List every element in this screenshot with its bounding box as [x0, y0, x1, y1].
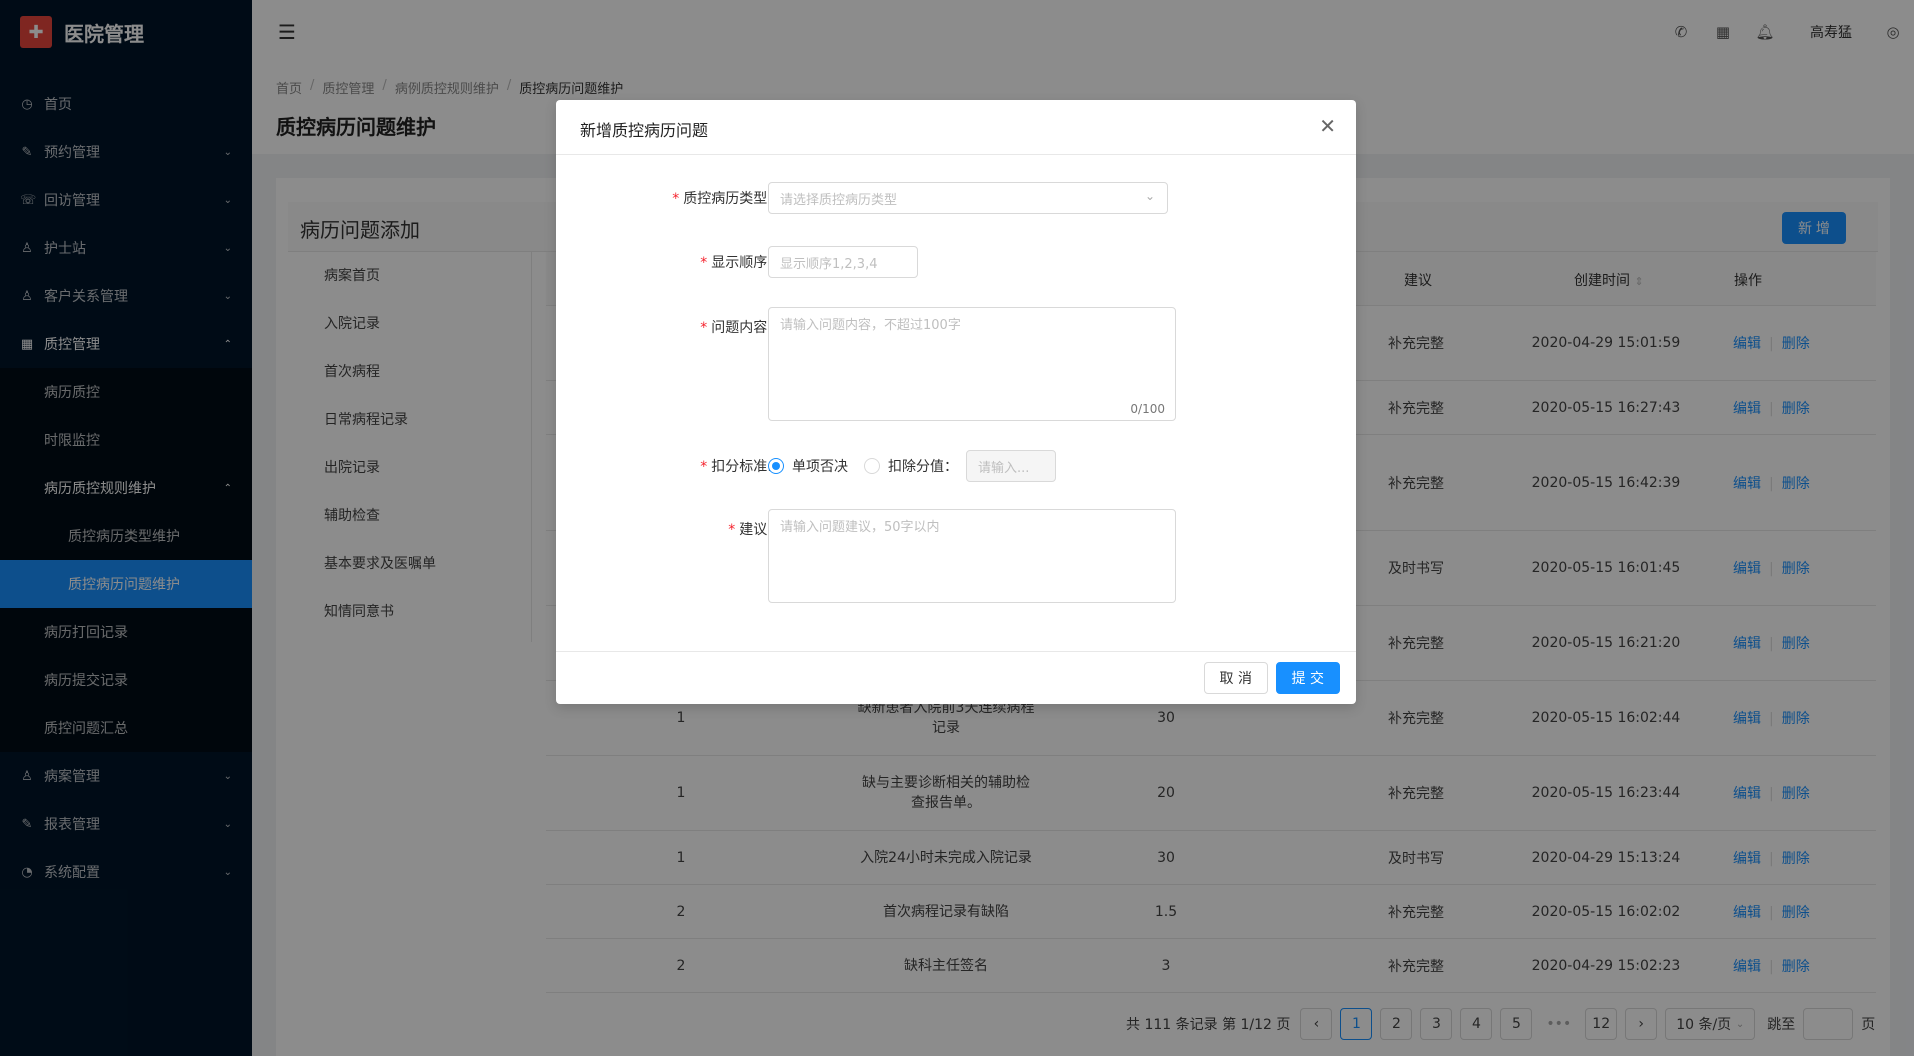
- problem-content-textarea[interactable]: 请输入问题内容，不超过100字 0/100: [768, 307, 1176, 421]
- suggestion-textarea[interactable]: 请输入问题建议，50字以内: [768, 509, 1176, 603]
- content-label: * 问题内容:: [700, 320, 772, 336]
- submit-button[interactable]: 提 交: [1275, 662, 1340, 694]
- chevron-down-icon: ⌄: [1144, 189, 1155, 203]
- required-mark: *: [700, 255, 708, 271]
- order-label: * 显示顺序:: [700, 255, 772, 271]
- modal-header: 新增质控病历问题 ✕: [556, 100, 1356, 155]
- char-count: 0/100: [1130, 402, 1165, 416]
- deduct-score-input[interactable]: 请输入...: [966, 450, 1056, 482]
- display-order-input[interactable]: 显示顺序1,2,3,4: [768, 246, 918, 278]
- modal-footer: 取 消 提 交: [556, 651, 1356, 704]
- cancel-button[interactable]: 取 消: [1203, 662, 1268, 694]
- close-icon[interactable]: ✕: [1319, 114, 1336, 138]
- required-mark: *: [672, 191, 680, 207]
- suggest-label: * 建议:: [728, 522, 772, 538]
- deduct-label: * 扣分标准:: [700, 459, 772, 475]
- radio-deduct-score[interactable]: [864, 458, 880, 474]
- required-mark: *: [728, 522, 736, 538]
- record-type-select[interactable]: 请选择质控病历类型 ⌄: [768, 182, 1168, 214]
- type-label: * 质控病历类型:: [672, 191, 772, 207]
- modal-title: 新增质控病历问题: [580, 121, 709, 140]
- radio-veto[interactable]: [768, 458, 784, 474]
- add-problem-modal: 新增质控病历问题 ✕ * 质控病历类型: 请选择质控病历类型 ⌄ * 显示顺序: 显…: [556, 100, 1356, 704]
- required-mark: *: [700, 320, 708, 336]
- deduct-radio-group: 单项否决 扣除分值： 请输入...: [768, 450, 1056, 482]
- required-mark: *: [700, 459, 708, 475]
